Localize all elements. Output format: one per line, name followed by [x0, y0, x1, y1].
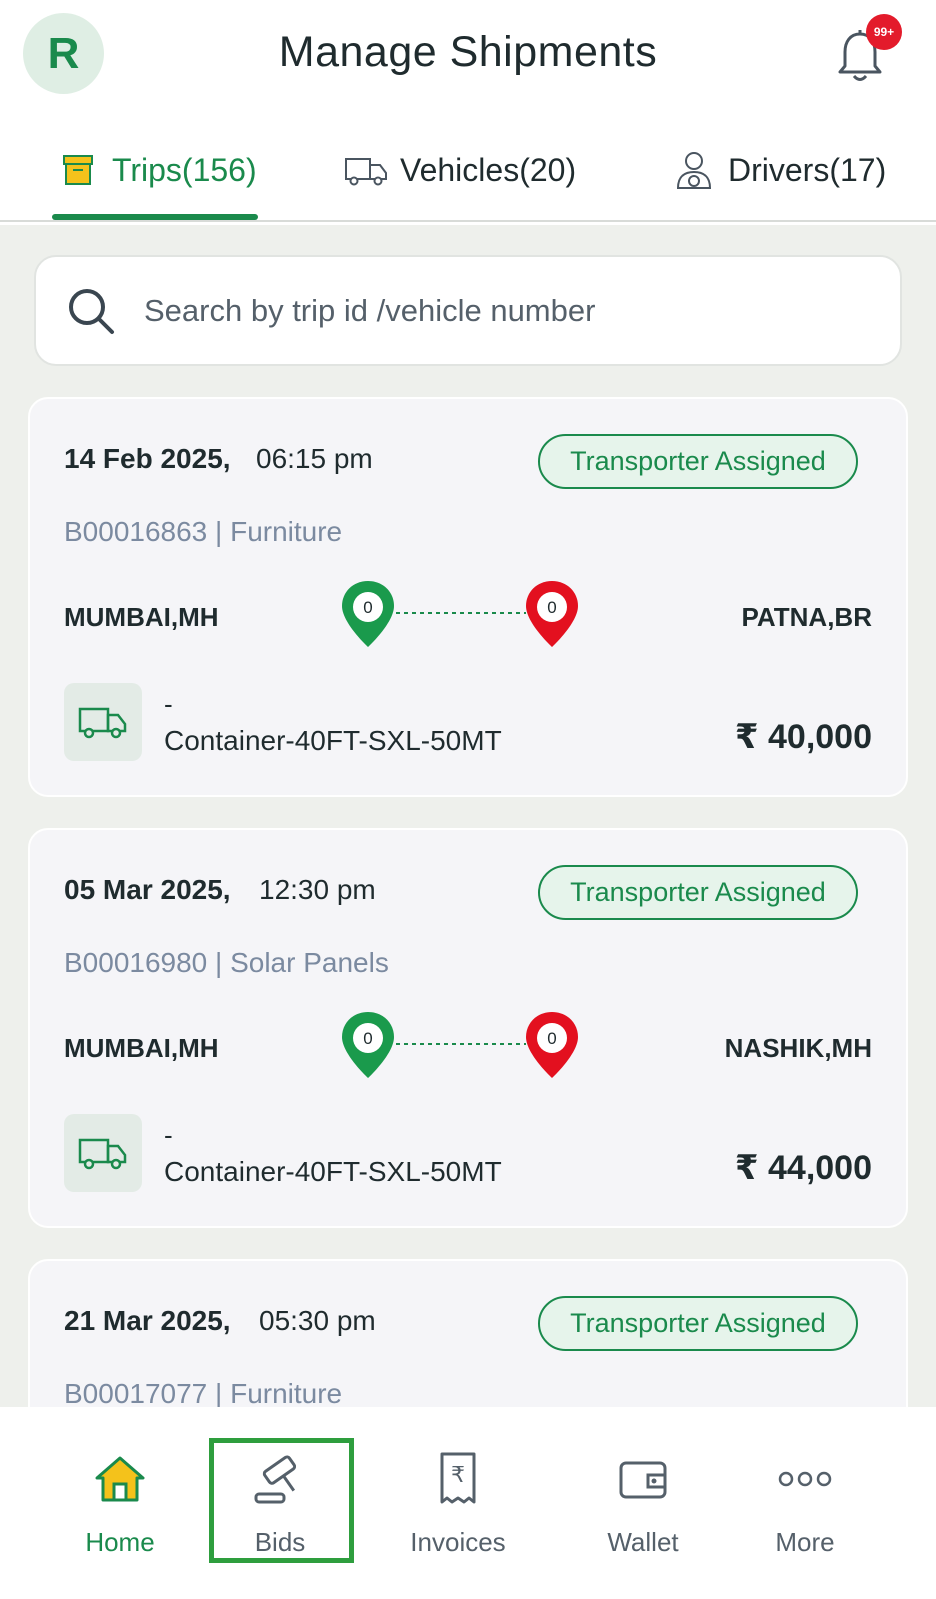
app-header: R Manage Shipments 99+ Trips(156) Vehicl…: [0, 0, 936, 225]
trip-date: 14 Feb 2025,: [64, 443, 231, 474]
status-badge: Transporter Assigned: [538, 1296, 858, 1351]
svg-text:0: 0: [547, 598, 556, 617]
search-input[interactable]: Search by trip id /vehicle number: [144, 293, 595, 329]
vehicle-number: -: [164, 689, 173, 719]
trip-price: ₹ 40,000: [734, 718, 872, 756]
tab-label: Drivers(17): [728, 151, 887, 188]
origin-city: MUMBAI,MH: [64, 602, 219, 632]
more-icon: [777, 1451, 833, 1507]
svg-text:0: 0: [547, 1029, 556, 1048]
nav-label: More: [775, 1527, 835, 1557]
trip-id: B00016980 | Solar Panels: [64, 947, 389, 978]
receipt-icon: ₹: [430, 1451, 486, 1507]
svg-text:₹: ₹: [451, 1463, 465, 1488]
tab-label: Vehicles(20): [400, 151, 577, 188]
trip-price: ₹ 44,000: [734, 1149, 872, 1187]
truck-icon: [344, 150, 388, 190]
trip-id: B00016863 | Furniture: [64, 516, 343, 547]
origin-pin-icon: 0: [342, 1012, 394, 1078]
vehicle-type: Container-40FT-SXL-50MT: [164, 1156, 502, 1187]
trip-card[interactable]: 05 Mar 2025, 12:30 pm Transporter Assign…: [28, 828, 908, 1228]
vehicle-icon-box: [64, 683, 142, 761]
origin-pin-icon: 0: [342, 581, 394, 647]
svg-text:0: 0: [363, 1029, 372, 1048]
trip-date: 05 Mar 2025,: [64, 874, 231, 905]
search-icon: [69, 288, 114, 334]
search-bar[interactable]: Search by trip id /vehicle number: [34, 255, 902, 366]
vehicle-icon-box: [64, 1114, 142, 1192]
bids-highlight-box: [209, 1438, 354, 1563]
tab-drivers[interactable]: Drivers(17): [672, 145, 886, 195]
destination-pin-icon: 0: [526, 581, 578, 647]
nav-more[interactable]: More: [760, 1407, 850, 1599]
destination-pin-icon: 0: [526, 1012, 578, 1078]
trip-time: 12:30 pm: [259, 874, 376, 905]
nav-label: Home: [85, 1527, 155, 1557]
page-title: Manage Shipments: [278, 28, 658, 76]
origin-city: MUMBAI,MH: [64, 1033, 219, 1063]
route-graphic: 0 0: [342, 581, 578, 647]
trip-date: 21 Mar 2025,: [64, 1305, 231, 1336]
nav-label: Wallet: [607, 1527, 679, 1557]
wallet-icon: [615, 1451, 671, 1507]
destination-city: NASHIK,MH: [724, 1033, 872, 1063]
route-graphic: 0 0: [342, 1012, 578, 1078]
trip-card[interactable]: 14 Feb 2025, 06:15 pm Transporter Assign…: [28, 397, 908, 797]
nav-label: Invoices: [410, 1527, 506, 1557]
vehicle-type: Container-40FT-SXL-50MT: [164, 725, 502, 756]
nav-wallet[interactable]: Wallet: [588, 1407, 698, 1599]
divider: [0, 220, 936, 222]
status-badge: Transporter Assigned: [538, 434, 858, 489]
trip-id: B00017077 | Furniture: [64, 1378, 343, 1409]
notification-badge: 99+: [866, 14, 902, 50]
trip-time: 05:30 pm: [259, 1305, 376, 1336]
box-icon: [56, 150, 100, 190]
home-icon: [92, 1451, 148, 1507]
svg-text:0: 0: [363, 598, 372, 617]
nav-home[interactable]: Home: [70, 1407, 170, 1599]
trip-time: 06:15 pm: [256, 443, 373, 474]
bottom-navigation: Home Bids ₹ Invoices Wallet More: [0, 1407, 936, 1599]
tab-label: Trips(156): [112, 151, 257, 188]
tab-trips[interactable]: Trips(156): [56, 145, 257, 195]
truck-icon: [78, 1138, 127, 1170]
truck-icon: [78, 707, 127, 739]
nav-invoices[interactable]: ₹ Invoices: [393, 1407, 523, 1599]
vehicle-number: -: [164, 1120, 173, 1150]
destination-city: PATNA,BR: [741, 602, 872, 632]
driver-icon: [672, 150, 716, 190]
tab-vehicles[interactable]: Vehicles(20): [344, 145, 576, 195]
status-badge: Transporter Assigned: [538, 865, 858, 920]
